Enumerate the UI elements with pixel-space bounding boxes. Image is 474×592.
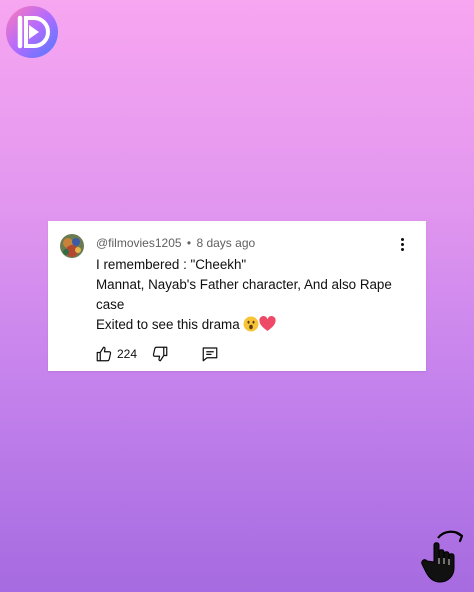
- comment-line-1: I remembered : "Cheekh": [96, 257, 247, 272]
- red-heart-emoji: [259, 316, 276, 331]
- dislike-button[interactable]: [151, 345, 169, 363]
- thumb-up-icon: [96, 346, 112, 362]
- astonished-face-emoji: [243, 316, 259, 332]
- comment-card: @filmovies1205 • 8 days ago I remembered…: [48, 221, 426, 371]
- comment-line-2: Mannat, Nayab's Father character, And al…: [96, 277, 392, 312]
- emoji-group: [243, 316, 276, 338]
- comment-meta: @filmovies1205 • 8 days ago: [96, 236, 255, 250]
- user-avatar[interactable]: [60, 234, 84, 258]
- author-handle[interactable]: @filmovies1205: [96, 236, 182, 250]
- brand-logo-icon: [5, 5, 59, 59]
- meta-separator: •: [186, 236, 192, 250]
- swipe-hand-icon: [420, 528, 470, 584]
- reply-button[interactable]: [201, 345, 219, 363]
- like-count: 224: [117, 347, 138, 361]
- comment-line-3: Exited to see this drama: [96, 317, 240, 332]
- comment-actions: 224: [95, 344, 219, 364]
- more-vert-icon[interactable]: [394, 238, 410, 254]
- like-button[interactable]: 224: [95, 345, 137, 363]
- comment-line-3-wrap: Exited to see this drama: [96, 315, 402, 338]
- comment-timestamp[interactable]: 8 days ago: [196, 236, 255, 250]
- thumb-down-icon: [152, 346, 168, 362]
- comment-text: I remembered : "Cheekh" Mannat, Nayab's …: [96, 255, 402, 338]
- comment-reply-icon: [202, 347, 218, 362]
